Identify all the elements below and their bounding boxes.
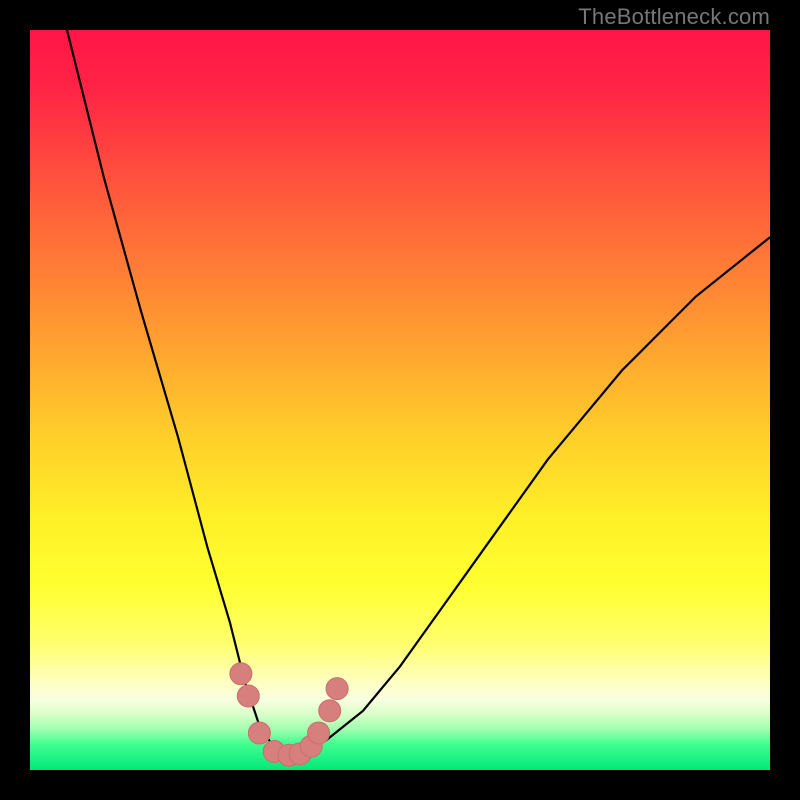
watermark-text: TheBottleneck.com bbox=[578, 4, 770, 30]
marker-point bbox=[230, 663, 252, 685]
marker-point bbox=[308, 722, 330, 744]
curve-layer bbox=[30, 30, 770, 770]
marker-point bbox=[319, 700, 341, 722]
marker-point bbox=[237, 685, 259, 707]
marker-point bbox=[326, 678, 348, 700]
plot-area bbox=[30, 30, 770, 770]
bottleneck-curve bbox=[67, 30, 770, 755]
chart-frame: TheBottleneck.com bbox=[0, 0, 800, 800]
highlighted-points bbox=[230, 663, 348, 766]
marker-point bbox=[248, 722, 270, 744]
